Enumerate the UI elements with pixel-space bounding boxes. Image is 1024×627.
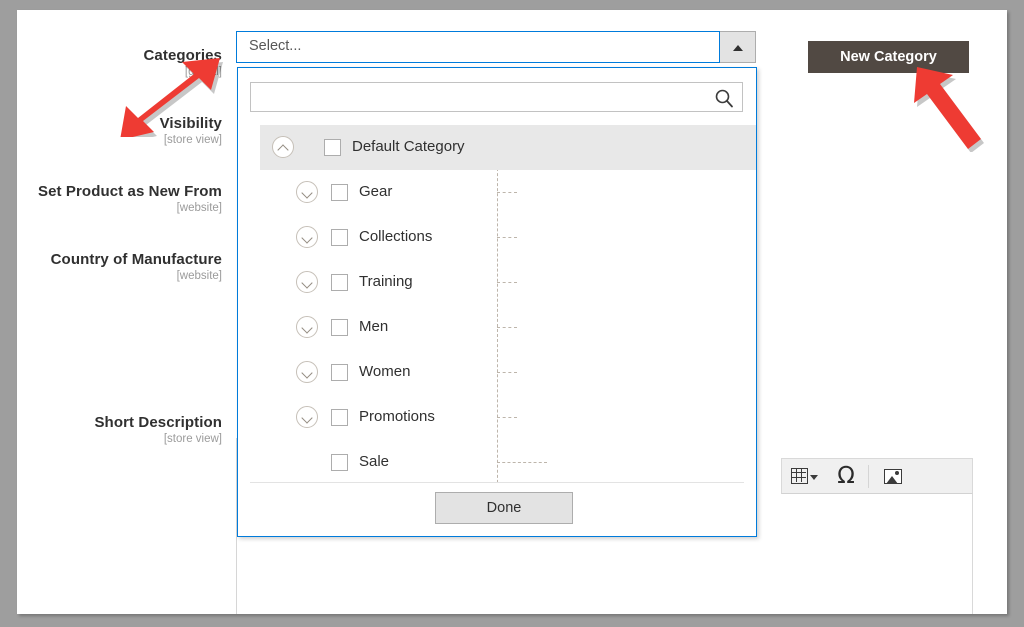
arrow-to-new-category-button — [914, 67, 984, 152]
field-scope-text: [global] — [184, 66, 222, 78]
chevron-glyph — [301, 187, 313, 199]
tree-node-promotions[interactable]: Promotions — [238, 395, 756, 440]
field-label-country-of-manufacture: Country of Manufacture [website] — [27, 250, 222, 284]
caret-up-icon[interactable] — [720, 31, 756, 63]
new-category-button[interactable]: New Category — [808, 41, 969, 73]
chevron-down-icon[interactable] — [296, 361, 318, 383]
category-tree: Default Category Gear Collections Training M… — [238, 125, 756, 482]
wysiwyg-toolbar: Ω — [781, 458, 973, 494]
field-label-text: Short Description — [94, 414, 222, 431]
category-label: Sale — [359, 453, 390, 470]
category-label: Default Category — [352, 138, 465, 155]
categories-select-placeholder: Select... — [249, 38, 302, 54]
editor-right-rule — [972, 494, 973, 614]
toolbar-separator — [868, 465, 869, 488]
done-button[interactable]: Done — [435, 492, 573, 524]
chevron-glyph — [301, 412, 313, 424]
search-input[interactable] — [259, 83, 699, 111]
categories-dropdown-panel: Default Category Gear Collections Training M… — [237, 67, 757, 537]
field-scope-text: [website] — [176, 270, 222, 282]
field-label-text: Set Product as New From — [37, 183, 222, 200]
search-icon[interactable] — [714, 88, 734, 108]
wysiwyg-editor-body[interactable] — [781, 494, 973, 614]
category-checkbox[interactable] — [331, 274, 348, 291]
field-label-text: Categories — [143, 47, 222, 64]
categories-select[interactable]: Select... — [236, 31, 756, 63]
chevron-glyph — [301, 367, 313, 379]
category-label: Men — [359, 318, 389, 335]
category-label: Training — [359, 273, 413, 290]
category-label: Gear — [359, 183, 393, 200]
chevron-down-icon[interactable] — [296, 181, 318, 203]
chevron-down-icon[interactable] — [296, 406, 318, 428]
category-label: Promotions — [359, 408, 435, 425]
tree-node-gear[interactable]: Gear — [238, 170, 756, 215]
field-label-short-description: Short Description [store view] — [27, 413, 222, 447]
chevron-down-icon[interactable] — [296, 271, 318, 293]
field-scope-text: [website] — [176, 202, 222, 214]
field-label-categories: Categories [global] — [27, 46, 222, 80]
category-checkbox[interactable] — [331, 229, 348, 246]
tree-node-collections[interactable]: Collections — [238, 215, 756, 260]
tree-node-default-category[interactable]: Default Category — [260, 125, 756, 170]
product-form-page: Categories [global] Visibility [store view]… — [17, 10, 1007, 614]
category-label: Collections — [359, 228, 433, 245]
field-label-set-product-as-new-from: Set Product as New From [website] — [27, 182, 222, 216]
field-label-visibility: Visibility [store view] — [27, 114, 222, 148]
table-glyph — [791, 468, 808, 484]
chevron-glyph — [301, 232, 313, 244]
tree-node-training[interactable]: Training — [238, 260, 756, 305]
field-label-text: Country of Manufacture — [50, 251, 222, 268]
field-scope-text: [store view] — [163, 134, 222, 146]
category-checkbox[interactable] — [331, 184, 348, 201]
dropdown-separator — [250, 482, 744, 483]
chevron-up-icon[interactable] — [272, 136, 294, 158]
categories-select-box[interactable]: Select... — [236, 31, 720, 63]
category-label: Women — [359, 363, 411, 380]
category-checkbox[interactable] — [331, 319, 348, 336]
tree-node-women[interactable]: Women — [238, 350, 756, 395]
special-character-icon[interactable]: Ω — [832, 463, 860, 490]
image-glyph — [884, 469, 902, 484]
screenshot-frame: Categories [global] Visibility [store view]… — [0, 0, 1024, 627]
insert-image-icon[interactable] — [879, 463, 907, 490]
chevron-glyph — [277, 144, 289, 156]
chevron-down-icon[interactable] — [296, 316, 318, 338]
chevron-glyph — [301, 322, 313, 334]
tree-node-sale[interactable]: Sale — [238, 440, 756, 482]
category-checkbox[interactable] — [331, 454, 348, 471]
field-label-text: Visibility — [159, 115, 222, 132]
caret-up-glyph — [733, 45, 743, 51]
field-scope-text: [store view] — [163, 433, 222, 445]
category-checkbox[interactable] — [331, 364, 348, 381]
chevron-down-icon — [810, 475, 818, 480]
category-checkbox[interactable] — [324, 139, 341, 156]
dropdown-search-field[interactable] — [250, 82, 743, 112]
insert-table-icon[interactable] — [788, 463, 818, 490]
chevron-glyph — [301, 277, 313, 289]
tree-node-men[interactable]: Men — [238, 305, 756, 350]
category-checkbox[interactable] — [331, 409, 348, 426]
dropdown-search-row — [238, 68, 756, 125]
chevron-down-icon[interactable] — [296, 226, 318, 248]
omega-glyph: Ω — [837, 463, 855, 489]
